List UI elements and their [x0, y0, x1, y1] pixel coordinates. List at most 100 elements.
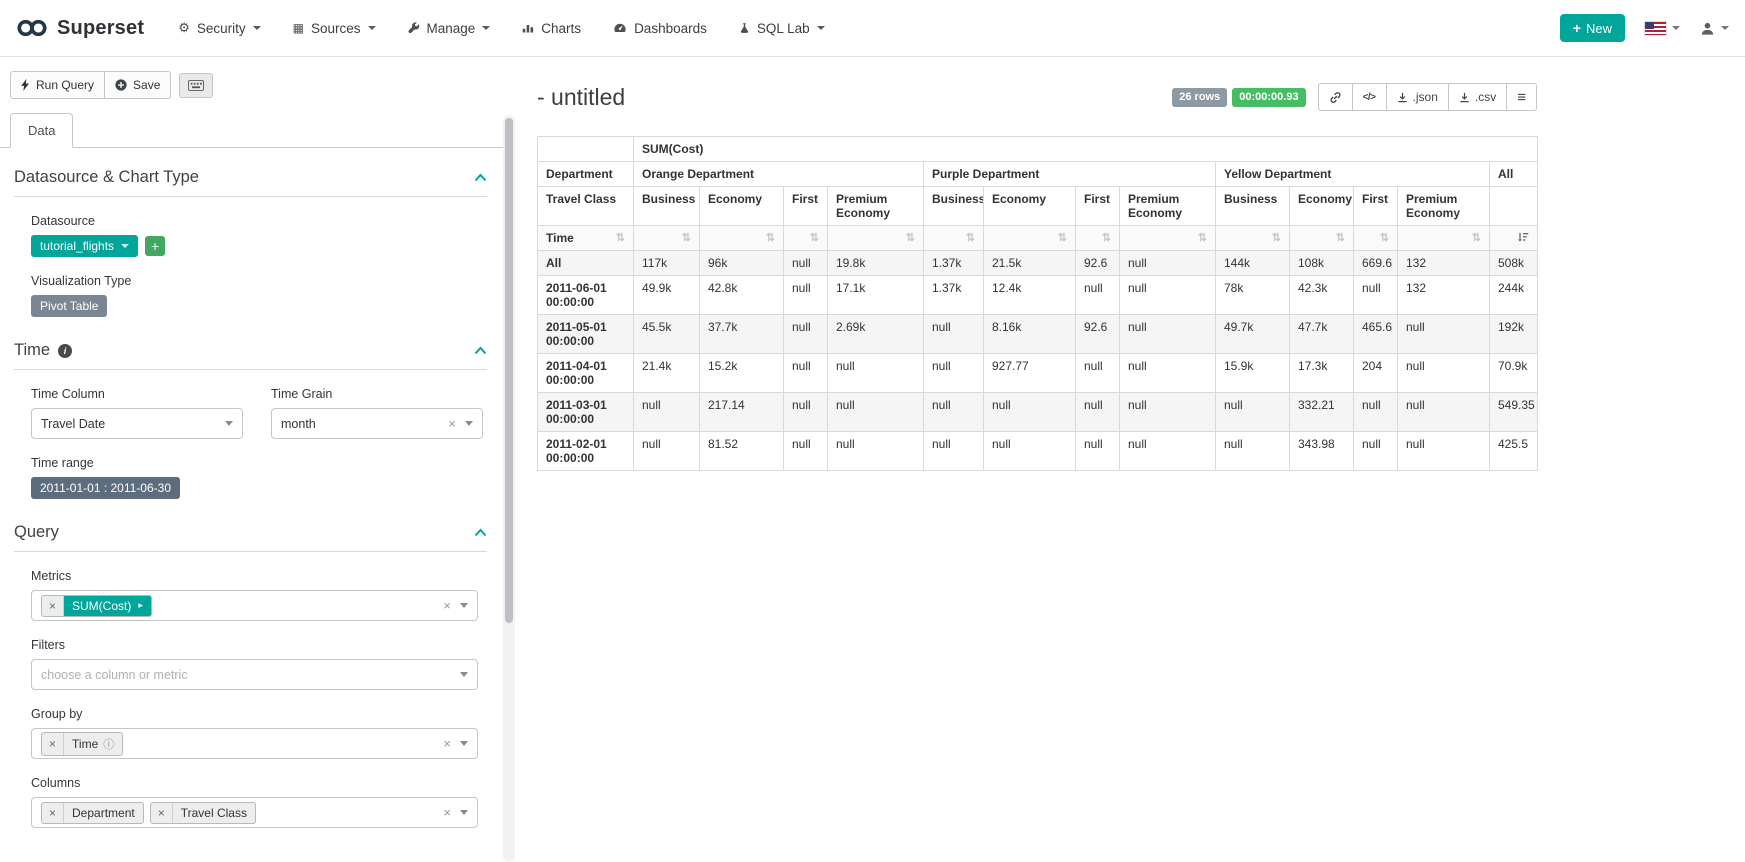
sort-amount-icon[interactable]	[1517, 231, 1529, 243]
pivot-sort-header[interactable]: ⇅	[1354, 226, 1398, 251]
sort-icon[interactable]: ⇅	[616, 231, 625, 244]
user-icon	[1700, 21, 1715, 36]
pivot-sort-header[interactable]: ⇅	[784, 226, 828, 251]
sort-icon[interactable]: ⇅	[906, 231, 915, 244]
sort-icon[interactable]: ⇅	[1058, 231, 1067, 244]
caret-down-icon[interactable]	[460, 741, 468, 746]
groupby-select[interactable]: ×Timeⓘ ×	[31, 728, 478, 759]
caret-down-icon[interactable]	[460, 603, 468, 608]
pivot-value-cell: null	[634, 393, 700, 432]
pivot-sort-header[interactable]	[1490, 226, 1538, 251]
pivot-sort-header[interactable]: ⇅	[1216, 226, 1290, 251]
clear-icon[interactable]: ×	[443, 599, 451, 612]
panel-scrollbar[interactable]	[503, 115, 515, 862]
tab-data[interactable]: Data	[10, 113, 73, 148]
columns-pill[interactable]: ×Travel Class	[150, 802, 256, 824]
language-selector[interactable]	[1645, 22, 1680, 35]
nav-item-sources[interactable]: ▦Sources	[293, 20, 376, 36]
sort-icon[interactable]: ⇅	[966, 231, 975, 244]
time-grain-select[interactable]: month ×	[271, 408, 483, 439]
metrics-select[interactable]: × SUM(Cost) ▸ ×	[31, 590, 478, 621]
nav-item-manage[interactable]: Manage	[408, 20, 491, 36]
time-range-tag[interactable]: 2011-01-01 : 2011-06-30	[31, 477, 180, 499]
nav-item-charts[interactable]: Charts	[522, 20, 581, 36]
sort-icon[interactable]: ⇅	[1336, 231, 1345, 244]
remove-icon[interactable]: ×	[42, 733, 64, 755]
chart-title[interactable]: - untitled	[537, 84, 625, 111]
pivot-value-cell: null	[784, 354, 828, 393]
share-link-button[interactable]	[1318, 83, 1353, 111]
pivot-row-header: All	[538, 251, 634, 276]
sort-icon[interactable]: ⇅	[1198, 231, 1207, 244]
remove-icon[interactable]: ×	[151, 803, 173, 823]
pivot-sort-header[interactable]: ⇅	[1120, 226, 1216, 251]
pivot-value-cell: 927.77	[984, 354, 1076, 393]
caret-down-icon[interactable]	[465, 421, 473, 426]
export-csv-button[interactable]: .csv	[1448, 83, 1507, 111]
pivot-group-header: Yellow Department	[1216, 162, 1490, 187]
remove-icon[interactable]: ×	[42, 596, 64, 616]
clear-icon[interactable]: ×	[443, 737, 451, 750]
pivot-sort-header[interactable]: ⇅	[700, 226, 784, 251]
section-query: Query Metrics × SUM(Cost) ▸	[14, 523, 487, 828]
more-options-button[interactable]: ≡	[1506, 83, 1537, 111]
superset-logo[interactable]: Superset	[16, 17, 144, 40]
run-query-button[interactable]: Run Query	[10, 71, 105, 99]
section-datasource-header[interactable]: Datasource & Chart Type	[14, 168, 487, 197]
pivot-sort-header[interactable]: ⇅	[1076, 226, 1120, 251]
us-flag-icon	[1645, 22, 1666, 35]
groupby-pill-label: Timeⓘ	[64, 733, 122, 755]
groupby-pill[interactable]: ×Timeⓘ	[41, 732, 123, 756]
nav-item-sql-lab[interactable]: SQL Lab	[739, 20, 825, 36]
sort-icon[interactable]: ⇅	[1272, 231, 1281, 244]
edit-datasource-button[interactable]: +	[145, 236, 165, 256]
clear-icon[interactable]: ×	[443, 806, 451, 819]
sort-icon[interactable]: ⇅	[682, 231, 691, 244]
export-json-button[interactable]: .json	[1386, 83, 1449, 111]
pivot-value-cell: null	[1398, 432, 1490, 471]
caret-down-icon[interactable]	[225, 421, 233, 426]
pivot-sort-header[interactable]: ⇅	[828, 226, 924, 251]
caret-down-icon[interactable]	[460, 810, 468, 815]
section-query-header[interactable]: Query	[14, 523, 487, 552]
section-time-header[interactable]: Time i	[14, 341, 487, 370]
sort-icon[interactable]: ⇅	[766, 231, 775, 244]
viz-type-tag[interactable]: Pivot Table	[31, 295, 107, 317]
pivot-value-cell: null	[828, 393, 924, 432]
scrollbar-thumb[interactable]	[505, 118, 513, 623]
pivot-sort-header[interactable]: ⇅	[1398, 226, 1490, 251]
pivot-value-cell: null	[828, 432, 924, 471]
datasource-tag[interactable]: tutorial_flights	[31, 235, 138, 257]
nav-item-dashboards[interactable]: Dashboards	[613, 20, 707, 36]
columns-select[interactable]: ×Department ×Travel Class ×	[31, 797, 478, 828]
pivot-sort-header[interactable]: ⇅	[984, 226, 1076, 251]
keyboard-shortcuts-button[interactable]	[179, 73, 213, 98]
pivot-sort-header[interactable]: ⇅	[1290, 226, 1354, 251]
sort-icon[interactable]: ⇅	[1380, 231, 1389, 244]
sort-icon[interactable]: ⇅	[1472, 231, 1481, 244]
user-menu[interactable]	[1700, 21, 1729, 36]
sort-icon[interactable]: ⇅	[810, 231, 819, 244]
columns-label: Columns	[31, 776, 487, 790]
pivot-time-sort-header[interactable]: Time⇅	[538, 226, 634, 251]
filters-select[interactable]: choose a column or metric	[31, 659, 478, 690]
save-button[interactable]: Save	[104, 71, 171, 99]
new-button[interactable]: + New	[1560, 14, 1625, 42]
clear-icon[interactable]: ×	[448, 417, 456, 430]
time-column-value: Travel Date	[41, 417, 105, 431]
sort-icon[interactable]: ⇅	[1102, 231, 1111, 244]
nav-item-security[interactable]: ⚙Security	[178, 20, 260, 36]
remove-icon[interactable]: ×	[42, 803, 64, 823]
metric-pill[interactable]: × SUM(Cost) ▸	[41, 595, 152, 617]
pivot-sort-header[interactable]: ⇅	[634, 226, 700, 251]
pivot-value-cell: 92.6	[1076, 251, 1120, 276]
caret-down-icon[interactable]	[460, 672, 468, 677]
pivot-sort-header[interactable]: ⇅	[924, 226, 984, 251]
time-range-control: Time range 2011-01-01 : 2011-06-30	[31, 456, 487, 499]
columns-pill[interactable]: ×Department	[41, 802, 144, 824]
pivot-value-cell: 144k	[1216, 251, 1290, 276]
pivot-value-cell: null	[1216, 432, 1290, 471]
view-query-button[interactable]: </>	[1352, 83, 1387, 111]
pivot-value-cell: 81.52	[700, 432, 784, 471]
time-column-select[interactable]: Travel Date	[31, 408, 243, 439]
